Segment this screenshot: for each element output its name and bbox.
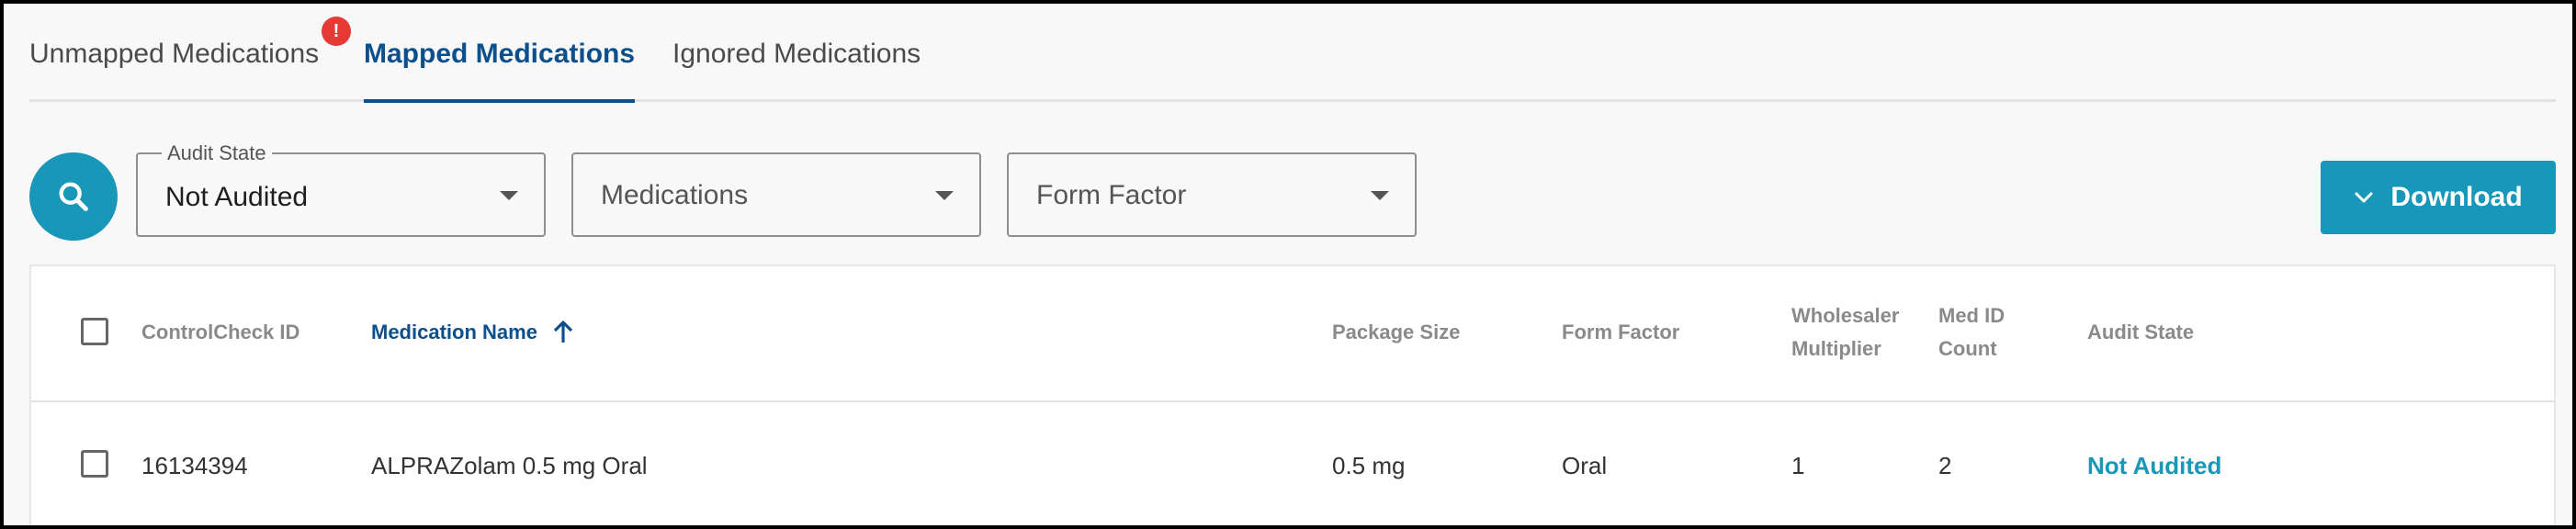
cell-medication-name: ALPRAZolam 0.5 mg Oral — [371, 452, 648, 479]
column-header-wholesaler-multiplier[interactable]: Wholesaler Multiplier — [1791, 299, 1899, 366]
column-header-line: Count — [1938, 337, 1997, 360]
tab-unmapped-medications[interactable]: Unmapped Medications — [29, 39, 319, 70]
medications-placeholder: Medications — [601, 180, 749, 210]
table-header: ControlCheck ID Medication Name Package … — [31, 266, 2554, 402]
table-row[interactable]: 16134394 ALPRAZolam 0.5 mg Oral 0.5 mg O… — [31, 402, 2554, 525]
audit-state-legend: Audit State — [162, 141, 272, 165]
tab-label: Ignored Medications — [672, 39, 921, 69]
tab-ignored-medications[interactable]: Ignored Medications — [672, 39, 921, 70]
download-button[interactable]: Download — [2321, 161, 2556, 234]
form-factor-placeholder: Form Factor — [1036, 180, 1187, 210]
chevron-down-icon — [500, 191, 518, 200]
audit-state-value: Not Audited — [165, 182, 309, 212]
audit-state-select[interactable]: Audit State Not Audited — [136, 141, 546, 237]
column-header-line: Med ID — [1938, 304, 2005, 327]
row-checkbox[interactable] — [81, 450, 108, 478]
chevron-down-icon — [2355, 192, 2373, 203]
cell-package-size: 0.5 mg — [1332, 452, 1406, 479]
cell-med-id-count: 2 — [1938, 452, 1952, 479]
tab-bar: Unmapped Medications ! Mapped Medication… — [29, 4, 2556, 103]
chevron-down-icon — [1371, 191, 1389, 200]
chevron-down-icon — [935, 191, 954, 200]
search-button[interactable] — [29, 152, 118, 241]
column-header-audit-state[interactable]: Audit State — [2087, 316, 2194, 349]
cell-audit-state-link[interactable]: Not Audited — [2087, 452, 2221, 480]
arrow-up-icon — [553, 321, 573, 343]
column-header-line: Wholesaler — [1791, 304, 1900, 327]
column-header-line: Multiplier — [1791, 337, 1881, 360]
search-icon — [59, 182, 88, 211]
column-header-medication-name[interactable]: Medication Name — [371, 316, 574, 349]
column-header-form-factor[interactable]: Form Factor — [1562, 316, 1679, 349]
column-header-med-id-count[interactable]: Med ID Count — [1938, 299, 2005, 366]
alert-badge: ! — [322, 17, 351, 46]
cell-wholesaler-multiplier: 1 — [1791, 452, 1805, 479]
medications-select[interactable]: Medications — [571, 152, 981, 237]
select-all-checkbox[interactable] — [81, 318, 108, 345]
medications-table: ControlCheck ID Medication Name Package … — [29, 264, 2556, 525]
active-tab-indicator — [364, 99, 636, 103]
download-label: Download — [2390, 182, 2523, 212]
tab-label: Mapped Medications — [364, 39, 636, 69]
column-header-package-size[interactable]: Package Size — [1332, 316, 1460, 349]
column-header-controlcheck-id[interactable]: ControlCheck ID — [141, 316, 299, 349]
column-header-label: Medication Name — [371, 321, 537, 343]
app-frame: Unmapped Medications ! Mapped Medication… — [0, 0, 2576, 529]
tab-mapped-medications[interactable]: Mapped Medications — [364, 39, 636, 103]
cell-controlcheck-id: 16134394 — [141, 452, 248, 479]
form-factor-select[interactable]: Form Factor — [1007, 152, 1417, 237]
cell-form-factor: Oral — [1562, 452, 1608, 479]
tab-label: Unmapped Medications — [29, 39, 320, 69]
